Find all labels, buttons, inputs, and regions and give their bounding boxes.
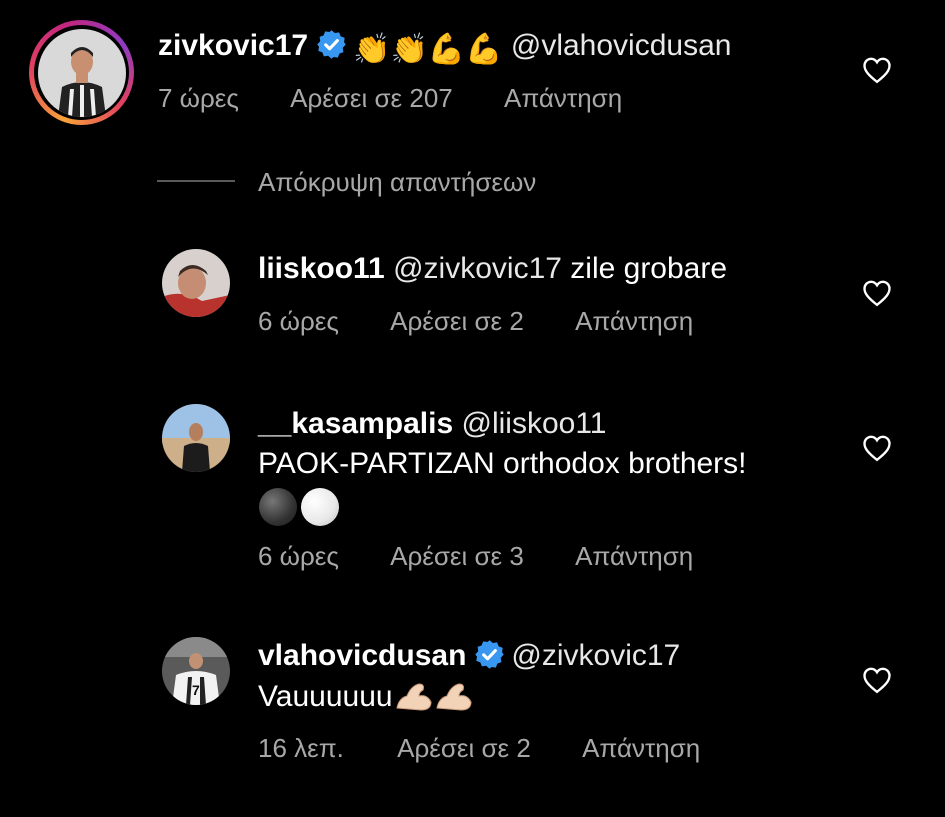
heart-outline-icon[interactable] — [862, 666, 892, 694]
verified-badge-icon — [475, 640, 505, 669]
reply-button[interactable]: Απάντηση — [575, 541, 693, 571]
likes-link[interactable]: Αρέσει σε 2 — [390, 306, 524, 336]
mention-link[interactable]: @zivkovic17 — [393, 252, 562, 285]
time-label: 7 ώρες — [158, 83, 239, 113]
heart-outline-icon[interactable] — [862, 56, 892, 84]
comment-text-3: __kasampalis @liiskoo11 — [258, 406, 606, 442]
heart-outline-icon[interactable] — [862, 279, 892, 307]
comment-body: PAOK-PARTIZAN orthodox brothers! — [258, 447, 747, 480]
emoji-circles — [259, 488, 343, 526]
reply-button[interactable]: Απάντηση — [575, 306, 693, 336]
black-circle-icon — [259, 488, 297, 526]
likes-link[interactable]: Αρέσει σε 3 — [390, 541, 524, 571]
heart-outline-icon[interactable] — [862, 434, 892, 462]
story-ring[interactable] — [29, 20, 134, 125]
hide-replies-button[interactable]: Απόκρυψη απαντήσεων — [258, 166, 536, 198]
time-label: 16 λεπ. — [258, 733, 344, 763]
comment-text-2: liiskoo11 @zivkovic17 zile grobare — [258, 251, 727, 287]
avatar-zivkovic17[interactable] — [37, 28, 126, 117]
likes-link[interactable]: Αρέσει σε 2 — [397, 733, 531, 763]
divider — [157, 180, 235, 182]
emoji-text: 👏👏💪💪 — [353, 33, 503, 66]
mention-link[interactable]: @liiskoo11 — [462, 407, 607, 440]
comment-text-1: zivkovic17 👏👏💪💪 @vlahovicdusan — [158, 28, 731, 68]
comment-text-4: vlahovicdusan @zivkovic17 — [258, 638, 680, 674]
comment-meta-1: 7 ώρες Αρέσει σε 207 Απάντηση — [158, 82, 622, 114]
mention-link[interactable]: @zivkovic17 — [511, 639, 680, 672]
comment-meta-4: 16 λεπ. Αρέσει σε 2 Απάντηση — [258, 732, 700, 764]
verified-badge-icon — [317, 30, 346, 59]
avatar-kasampalis[interactable] — [162, 404, 230, 472]
svg-text:7: 7 — [192, 682, 200, 698]
mention-link[interactable]: @vlahovicdusan — [511, 29, 732, 62]
flexed-biceps-icon — [393, 678, 475, 712]
avatar-liiskoo11[interactable] — [162, 249, 230, 317]
time-label: 6 ώρες — [258, 541, 339, 571]
time-label: 6 ώρες — [258, 306, 339, 336]
username[interactable]: liiskoo11 — [258, 252, 385, 285]
white-circle-icon — [301, 488, 339, 526]
reply-button[interactable]: Απάντηση — [504, 83, 622, 113]
username[interactable]: __kasampalis — [258, 407, 453, 440]
comment-meta-3: 6 ώρες Αρέσει σε 3 Απάντηση — [258, 540, 693, 572]
comment-body: Vauuuuuu — [258, 680, 393, 713]
reply-button[interactable]: Απάντηση — [582, 733, 700, 763]
comment-meta-2: 6 ώρες Αρέσει σε 2 Απάντηση — [258, 305, 693, 337]
avatar-vlahovicdusan[interactable]: 7 — [162, 637, 230, 705]
username[interactable]: zivkovic17 — [158, 29, 308, 62]
likes-link[interactable]: Αρέσει σε 207 — [290, 83, 453, 113]
comment-body: zile grobare — [570, 252, 728, 285]
username[interactable]: vlahovicdusan — [258, 639, 466, 672]
comment-body-row: Vauuuuuu — [258, 678, 475, 715]
